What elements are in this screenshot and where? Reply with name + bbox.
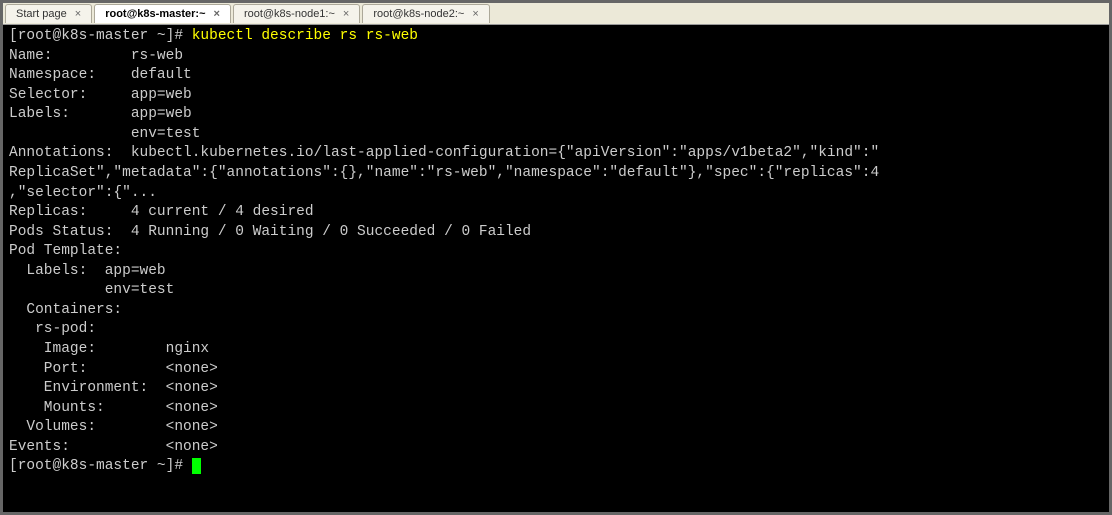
output-line: Events: <none>: [9, 439, 218, 455]
output-line: Pod Template:: [9, 243, 122, 259]
command: kubectl describe rs rs-web: [192, 28, 418, 44]
output-line: env=test: [9, 126, 200, 142]
tab-start-page[interactable]: Start page ×: [5, 4, 92, 23]
close-icon[interactable]: ×: [73, 8, 83, 20]
output-line: Selector: app=web: [9, 87, 192, 103]
output-line: Mounts: <none>: [9, 400, 218, 416]
close-icon[interactable]: ×: [341, 8, 351, 20]
tab-label: root@k8s-node1:~: [244, 8, 335, 20]
output-line: Name: rs-web: [9, 48, 183, 64]
tab-label: root@k8s-node2:~: [373, 8, 464, 20]
output-line: Image: nginx: [9, 341, 209, 357]
close-icon[interactable]: ×: [212, 8, 222, 20]
tab-k8s-node1[interactable]: root@k8s-node1:~ ×: [233, 4, 360, 23]
tab-k8s-node2[interactable]: root@k8s-node2:~ ×: [362, 4, 489, 23]
output-line: env=test: [9, 282, 174, 298]
output-line: Labels: app=web: [9, 106, 192, 122]
output-line: ,"selector":{"...: [9, 185, 157, 201]
output-line: Namespace: default: [9, 67, 192, 83]
tab-label: root@k8s-master:~: [105, 8, 205, 20]
output-line: Labels: app=web: [9, 263, 166, 279]
cursor-icon: [192, 458, 201, 474]
close-icon[interactable]: ×: [470, 8, 480, 20]
tab-k8s-master[interactable]: root@k8s-master:~ ×: [94, 4, 231, 23]
output-line: ReplicaSet","metadata":{"annotations":{}…: [9, 165, 879, 181]
tab-bar: Start page × root@k8s-master:~ × root@k8…: [3, 3, 1109, 25]
output-line: Environment: <none>: [9, 380, 218, 396]
output-line: Volumes: <none>: [9, 419, 218, 435]
terminal[interactable]: [root@k8s-master ~]# kubectl describe rs…: [3, 25, 1109, 512]
tab-label: Start page: [16, 8, 67, 20]
prompt: [root@k8s-master ~]#: [9, 28, 192, 44]
output-line: Port: <none>: [9, 361, 218, 377]
output-line: rs-pod:: [9, 321, 96, 337]
output-line: Containers:: [9, 302, 122, 318]
prompt: [root@k8s-master ~]#: [9, 458, 192, 474]
output-line: Pods Status: 4 Running / 0 Waiting / 0 S…: [9, 224, 531, 240]
output-line: Replicas: 4 current / 4 desired: [9, 204, 314, 220]
output-line: Annotations: kubectl.kubernetes.io/last-…: [9, 145, 879, 161]
